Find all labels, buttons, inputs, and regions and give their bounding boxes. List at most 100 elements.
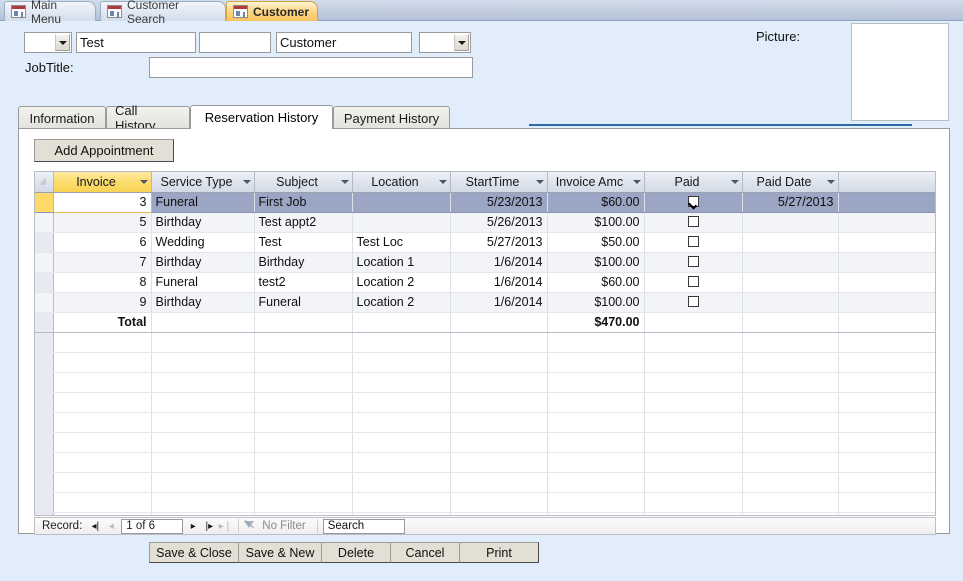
chevron-down-icon[interactable] <box>55 34 70 51</box>
table-row[interactable]: 5 Birthday Test appt2 5/26/2013 $100.00 <box>35 212 935 233</box>
chevron-down-icon[interactable] <box>454 34 469 51</box>
cell-invoice[interactable]: 8 <box>53 272 152 293</box>
paid-checkbox[interactable] <box>687 196 699 207</box>
filter-status[interactable]: No Filter <box>244 520 311 532</box>
table-row[interactable]: 9 Birthday Funeral Location 2 1/6/2014 $100.0… <box>35 292 935 313</box>
cell-paid-date[interactable] <box>742 232 839 253</box>
cell-paid-date[interactable] <box>742 252 839 273</box>
jobtitle-field[interactable] <box>149 57 473 78</box>
cell-paid[interactable] <box>644 292 743 313</box>
cell-location[interactable] <box>352 212 451 233</box>
delete-button[interactable]: Delete <box>321 542 391 563</box>
table-row[interactable]: 6 Wedding Test Test Loc 5/27/2013 $50.00 <box>35 232 935 253</box>
table-row[interactable]: 8 Funeral test2 Location 2 1/6/2014 $60.00 <box>35 272 935 293</box>
record-position-box[interactable]: 1 of 6 <box>121 518 184 534</box>
tab-reservation-history[interactable]: Reservation History <box>190 105 333 129</box>
cell-service-type[interactable]: Funeral <box>151 272 255 293</box>
title-combo[interactable] <box>24 32 72 53</box>
column-header-service-type[interactable]: Service Type <box>151 172 255 193</box>
cell-start-time[interactable]: 5/23/2013 <box>450 192 548 213</box>
chevron-down-icon[interactable] <box>340 179 349 184</box>
new-record-button[interactable]: ▸❘ <box>217 518 233 534</box>
select-all-header[interactable] <box>35 172 54 193</box>
cell-service-type[interactable]: Wedding <box>151 232 255 253</box>
column-header-starttime[interactable]: StartTime <box>450 172 548 193</box>
cell-subject[interactable]: Birthday <box>254 252 353 273</box>
save-new-button[interactable]: Save & New <box>238 542 322 563</box>
cell-start-time[interactable]: 5/27/2013 <box>450 232 548 253</box>
cell-invoice-amount[interactable]: $100.00 <box>547 212 645 233</box>
table-row[interactable]: 7 Birthday Birthday Location 1 1/6/2014 $100.… <box>35 252 935 273</box>
cell-subject[interactable]: test2 <box>254 272 353 293</box>
cell-service-type[interactable]: Birthday <box>151 292 255 313</box>
row-selector[interactable] <box>35 192 54 213</box>
cell-subject[interactable]: Funeral <box>254 292 353 313</box>
paid-checkbox[interactable] <box>687 256 699 267</box>
cell-start-time[interactable]: 1/6/2014 <box>450 252 548 273</box>
paid-checkbox[interactable] <box>687 296 699 307</box>
cancel-button[interactable]: Cancel <box>390 542 460 563</box>
chevron-down-icon[interactable] <box>242 179 251 184</box>
cell-service-type[interactable]: Funeral <box>151 192 255 213</box>
last-record-button[interactable]: |▸ <box>201 518 217 534</box>
document-tab-customer-search[interactable]: Customer Search <box>100 0 226 26</box>
previous-record-button[interactable]: ◂ <box>103 518 119 534</box>
cell-blank[interactable] <box>838 252 935 273</box>
row-selector[interactable] <box>35 232 54 253</box>
column-header-invoice[interactable]: Invoice <box>53 172 152 193</box>
row-selector[interactable] <box>35 292 54 313</box>
paid-checkbox[interactable] <box>687 276 699 287</box>
chevron-down-icon[interactable] <box>438 179 447 184</box>
cell-invoice[interactable]: 7 <box>53 252 152 273</box>
cell-blank[interactable] <box>838 272 935 293</box>
save-close-button[interactable]: Save & Close <box>149 542 239 563</box>
first-name-field[interactable]: Test <box>76 32 196 53</box>
add-appointment-button[interactable]: Add Appointment <box>34 139 174 162</box>
row-selector[interactable] <box>35 252 54 273</box>
cell-location[interactable]: Location 2 <box>352 292 451 313</box>
print-button[interactable]: Print <box>459 542 539 563</box>
cell-location[interactable] <box>352 192 451 213</box>
column-header-paid[interactable]: Paid <box>644 172 743 193</box>
tab-payment-history[interactable]: Payment History <box>333 106 450 129</box>
cell-paid-date[interactable] <box>742 212 839 233</box>
cell-subject[interactable]: Test appt2 <box>254 212 353 233</box>
first-record-button[interactable]: ◂| <box>87 518 103 534</box>
cell-start-time[interactable]: 1/6/2014 <box>450 292 548 313</box>
column-header-blank[interactable] <box>838 172 935 193</box>
column-header-paid-date[interactable]: Paid Date <box>742 172 839 193</box>
cell-invoice-amount[interactable]: $100.00 <box>547 292 645 313</box>
cell-service-type[interactable]: Birthday <box>151 252 255 273</box>
cell-invoice[interactable]: 3 <box>52 191 152 213</box>
cell-subject[interactable]: First Job <box>254 192 353 213</box>
chevron-down-icon[interactable] <box>139 179 148 184</box>
suffix-combo[interactable] <box>419 32 471 53</box>
cell-invoice-amount[interactable]: $60.00 <box>547 192 645 213</box>
search-input[interactable]: Search <box>322 518 405 534</box>
row-selector[interactable] <box>35 272 54 293</box>
cell-location[interactable]: Location 2 <box>352 272 451 293</box>
cell-paid[interactable] <box>644 272 743 293</box>
cell-invoice[interactable]: 9 <box>53 292 152 313</box>
document-tab-customer[interactable]: Customer <box>226 1 318 21</box>
cell-paid-date[interactable]: 5/27/2013 <box>742 192 839 213</box>
chevron-down-icon[interactable] <box>632 179 641 184</box>
chevron-down-icon[interactable] <box>826 179 835 184</box>
paid-checkbox[interactable] <box>687 216 699 227</box>
cell-start-time[interactable]: 5/26/2013 <box>450 212 548 233</box>
cell-blank[interactable] <box>838 192 935 213</box>
middle-name-field[interactable] <box>199 32 271 53</box>
cell-blank[interactable] <box>838 232 935 253</box>
row-selector[interactable] <box>35 212 54 233</box>
tab-information[interactable]: Information <box>18 106 106 129</box>
cell-paid[interactable] <box>644 232 743 253</box>
cell-paid[interactable] <box>644 252 743 273</box>
cell-paid[interactable] <box>644 212 743 233</box>
cell-paid[interactable] <box>644 192 743 213</box>
cell-invoice-amount[interactable]: $60.00 <box>547 272 645 293</box>
cell-blank[interactable] <box>838 212 935 233</box>
table-row[interactable]: 3 Funeral First Job 5/23/2013 $60.00 5/27/201… <box>35 191 935 213</box>
last-name-field[interactable]: Customer <box>276 32 412 53</box>
cell-invoice[interactable]: 6 <box>53 232 152 253</box>
chevron-down-icon[interactable] <box>535 179 544 184</box>
